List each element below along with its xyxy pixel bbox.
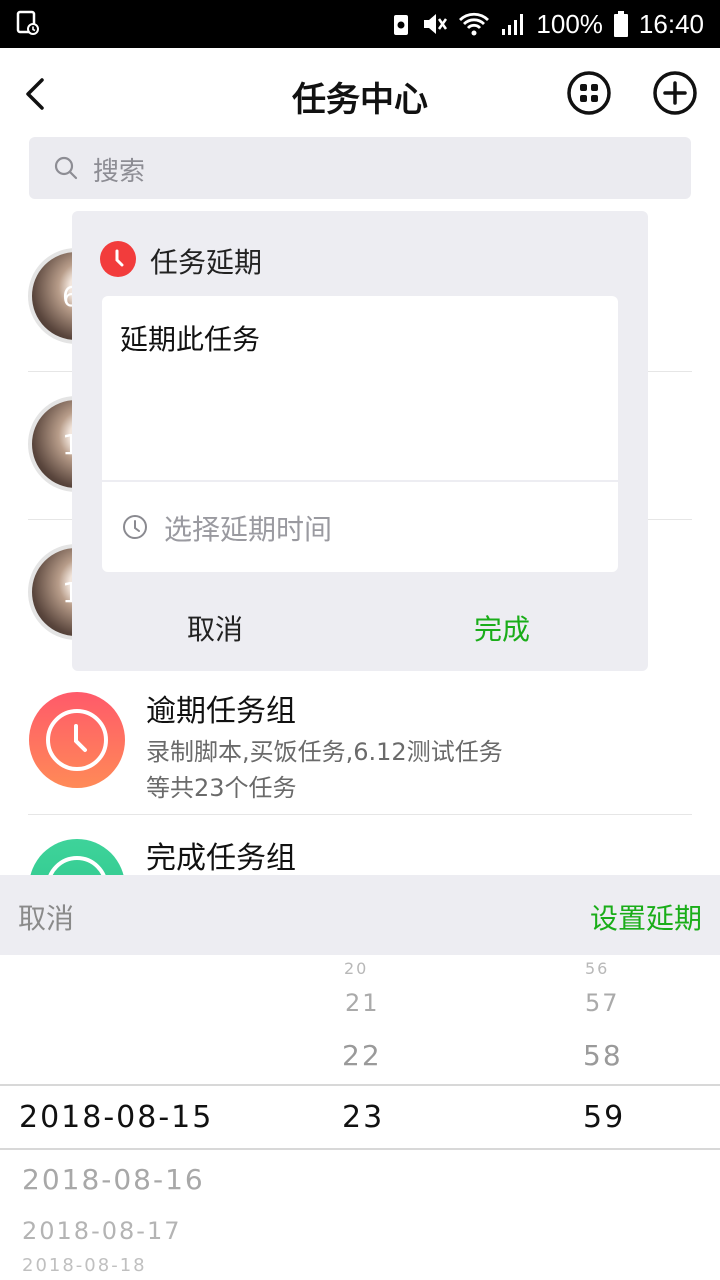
picker-toolbar: 取消 设置延期 [0,875,720,955]
picker-cancel-button[interactable]: 取消 [18,897,74,937]
minute-option[interactable]: 57 [585,989,620,1017]
date-option[interactable]: 2018-08-16 [22,1163,205,1196]
date-option[interactable]: 2018-08-18 [22,1255,147,1276]
picker-selection-top [0,1084,720,1086]
screen-record-icon [16,10,39,35]
date-time-picker[interactable]: 20 21 22 23 56 57 58 59 2018-08-15 2018-… [0,955,720,1280]
hour-option[interactable]: 21 [345,989,380,1017]
selected-minute[interactable]: 59 [583,1100,625,1135]
hour-option[interactable]: 20 [344,959,368,978]
page-title: 任务中心 [292,80,428,120]
battery-percent: 100% [536,8,603,39]
picker-selection-bottom [0,1148,720,1150]
group-title: 逾期任务组 [146,694,296,729]
select-delay-time[interactable]: 选择延期时间 [164,508,332,548]
minute-option[interactable]: 58 [583,1039,623,1072]
task-delay-dialog: 任务延期 延期此任务 选择延期时间 取消 完成 [72,211,648,671]
sync-icon [394,15,409,35]
search-icon [54,156,78,180]
group-tasks: 录制脚本,买饭任务,6.12测试任务 [146,738,503,766]
done-check-icon [29,839,125,875]
divider [102,480,618,482]
clock: 16:40 [638,8,704,39]
date-option[interactable]: 2018-08-17 [22,1217,181,1245]
dialog-title: 任务延期 [150,246,263,279]
list-item-done-group[interactable]: 完成任务组 [28,815,692,875]
add-task-icon[interactable] [652,70,698,116]
list-item-overdue-group[interactable]: 逾期任务组 录制脚本,买饭任务,6.12测试任务 等共23个任务 [28,670,692,815]
group-count: 等共23个任务 [146,774,297,802]
dialog-done-button[interactable]: 完成 [474,608,530,648]
status-bar: 100% 16:40 [0,0,720,48]
overdue-clock-icon [29,692,125,788]
selected-date[interactable]: 2018-08-15 [19,1100,213,1135]
signal-icon [502,14,524,35]
group-title: 完成任务组 [146,841,296,875]
battery-icon [613,11,628,37]
wifi-icon [459,12,490,36]
top-nav-bar: 任务中心 [0,48,720,140]
dialog-cancel-button[interactable]: 取消 [187,608,243,648]
time-icon [123,515,147,539]
delay-message-input[interactable]: 延期此任务 [120,318,260,358]
clock-icon [100,241,136,277]
mute-icon [424,14,448,34]
hour-option[interactable]: 22 [342,1039,382,1072]
selected-hour[interactable]: 23 [342,1100,384,1135]
search-bar[interactable]: 搜索 [29,137,691,199]
dialog-content-box: 延期此任务 选择延期时间 [102,296,618,572]
search-placeholder: 搜索 [93,157,146,187]
set-delay-button[interactable]: 设置延期 [590,897,702,937]
minute-option[interactable]: 56 [585,959,609,978]
apps-grid-icon[interactable] [566,70,612,116]
